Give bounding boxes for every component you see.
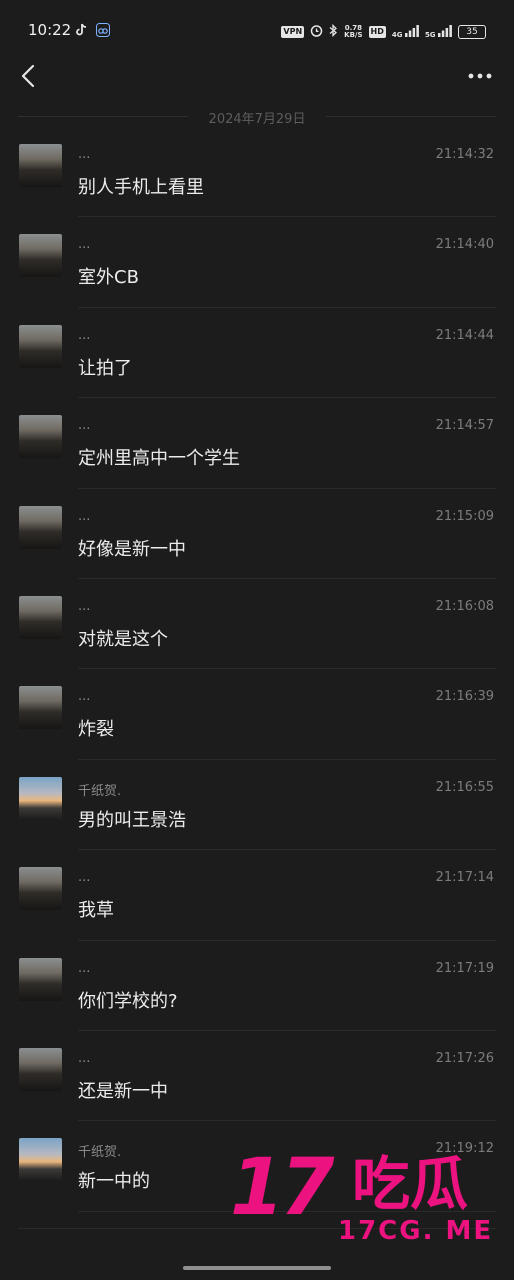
more-dots-icon — [468, 73, 492, 79]
message-text[interactable]: 我草 — [78, 896, 114, 922]
status-bar: 10:22 VPN 0.78 KB/S HD 4G 5G 35 — [0, 0, 514, 60]
date-label: 2024年7月29日 — [208, 112, 306, 127]
avatar-city[interactable] — [19, 324, 62, 368]
message-time: 21:17:26 — [435, 1050, 494, 1066]
sender-name: ... — [78, 327, 91, 343]
message-time: 21:17:19 — [435, 960, 494, 976]
sender-name: ... — [78, 870, 91, 886]
status-time: 10:22 — [28, 21, 72, 39]
sender-name: ... — [78, 598, 91, 614]
hd-badge: HD — [368, 25, 386, 38]
status-right-icons: VPN 0.78 KB/S HD 4G 5G 35 — [281, 22, 486, 41]
sender-name: ... — [78, 237, 91, 253]
avatar-city[interactable] — [19, 957, 62, 1001]
message-text[interactable]: 还是新一中 — [78, 1077, 168, 1103]
message-row[interactable]: ... 21:16:39 炸裂 — [0, 669, 514, 760]
more-options-button[interactable] — [464, 62, 496, 90]
message-time: 21:14:57 — [435, 418, 494, 434]
message-text[interactable]: 新一中的 — [78, 1167, 150, 1193]
message-time: 21:14:32 — [435, 147, 494, 162]
signal-5g-icon: 5G — [425, 24, 452, 39]
message-row[interactable]: ... 21:15:09 好像是新一中 — [0, 489, 514, 579]
back-button[interactable] — [12, 60, 44, 92]
tiktok-icon — [74, 22, 88, 36]
message-text[interactable]: 炸裂 — [78, 715, 114, 741]
message-text[interactable]: 定州里高中一个学生 — [78, 444, 240, 470]
message-list: ... 21:14:32 别人手机上看里 ... 21:14:40 室外CB .… — [0, 127, 514, 1212]
vpn-badge: VPN — [281, 25, 305, 38]
message-text[interactable]: 好像是新一中 — [78, 535, 186, 561]
home-indicator[interactable] — [183, 1266, 331, 1270]
sender-name: ... — [78, 147, 91, 162]
avatar-city[interactable] — [19, 144, 62, 187]
message-time: 21:16:39 — [435, 689, 494, 705]
avatar-city[interactable] — [19, 505, 62, 549]
avatar-city[interactable] — [19, 415, 62, 459]
message-text[interactable]: 对就是这个 — [78, 625, 168, 651]
sender-name: ... — [78, 418, 91, 434]
avatar-city[interactable] — [19, 686, 62, 730]
message-time: 21:16:55 — [435, 779, 494, 795]
message-row[interactable]: ... 21:17:19 你们学校的? — [0, 941, 514, 1031]
message-time: 21:14:40 — [435, 237, 494, 253]
message-row[interactable]: ... 21:14:57 定州里高中一个学生 — [0, 398, 514, 489]
network-speed: 0.78 KB/S — [344, 23, 363, 39]
avatar-city[interactable] — [19, 234, 62, 278]
message-row[interactable]: ... 21:14:40 室外CB — [0, 217, 514, 308]
link-icon — [96, 22, 110, 37]
watermark-domain: 17CG. ME — [338, 1216, 494, 1246]
message-row[interactable]: ... 21:17:26 还是新一中 — [0, 1031, 514, 1122]
chevron-left-icon — [21, 64, 35, 88]
battery-indicator: 35 — [458, 24, 486, 39]
sender-name: ... — [78, 960, 91, 976]
message-text[interactable]: 男的叫王景浩 — [78, 806, 186, 832]
message-row[interactable]: ... 21:14:32 别人手机上看里 — [0, 127, 514, 218]
message-text[interactable]: 让拍了 — [78, 354, 132, 380]
message-row[interactable]: 千纸贺. 21:16:55 男的叫王景浩 — [0, 760, 514, 851]
alarm-icon — [310, 22, 323, 41]
message-row[interactable]: ... 21:14:44 让拍了 — [0, 308, 514, 399]
message-time: 21:16:08 — [435, 598, 494, 614]
message-time: 21:17:14 — [435, 870, 494, 886]
divider — [326, 116, 496, 117]
watermark-number: 17 — [230, 1143, 335, 1233]
chat-history-screen: 10:22 VPN 0.78 KB/S HD 4G 5G 35 2024年7月2… — [0, 0, 514, 1280]
watermark-chinese: 吃瓜 — [352, 1150, 469, 1218]
avatar-city[interactable] — [19, 1047, 62, 1091]
sender-name: 千纸贺. — [78, 1145, 122, 1161]
message-time: 21:14:44 — [435, 327, 494, 343]
avatar-sunset[interactable] — [19, 776, 62, 820]
bluetooth-icon — [329, 22, 338, 41]
message-text[interactable]: 别人手机上看里 — [78, 173, 204, 199]
message-row[interactable]: ... 21:17:14 我草 — [0, 850, 514, 941]
watermark-logo: 17 吃瓜 17CG. ME — [230, 1148, 500, 1258]
sender-name: 千纸贺. — [78, 783, 122, 799]
signal-4g-icon: 4G — [392, 24, 419, 39]
message-text[interactable]: 室外CB — [78, 263, 139, 289]
sender-name: ... — [78, 689, 91, 705]
date-separator: 2024年7月29日 — [18, 105, 496, 127]
message-time: 21:15:09 — [435, 508, 494, 524]
avatar-sunset[interactable] — [19, 1138, 62, 1182]
sender-name: ... — [78, 508, 91, 524]
avatar-city[interactable] — [19, 867, 62, 911]
message-row[interactable]: ... 21:16:08 对就是这个 — [0, 579, 514, 670]
avatar-city[interactable] — [19, 595, 62, 639]
message-text[interactable]: 你们学校的? — [78, 987, 178, 1013]
sender-name: ... — [78, 1050, 91, 1066]
